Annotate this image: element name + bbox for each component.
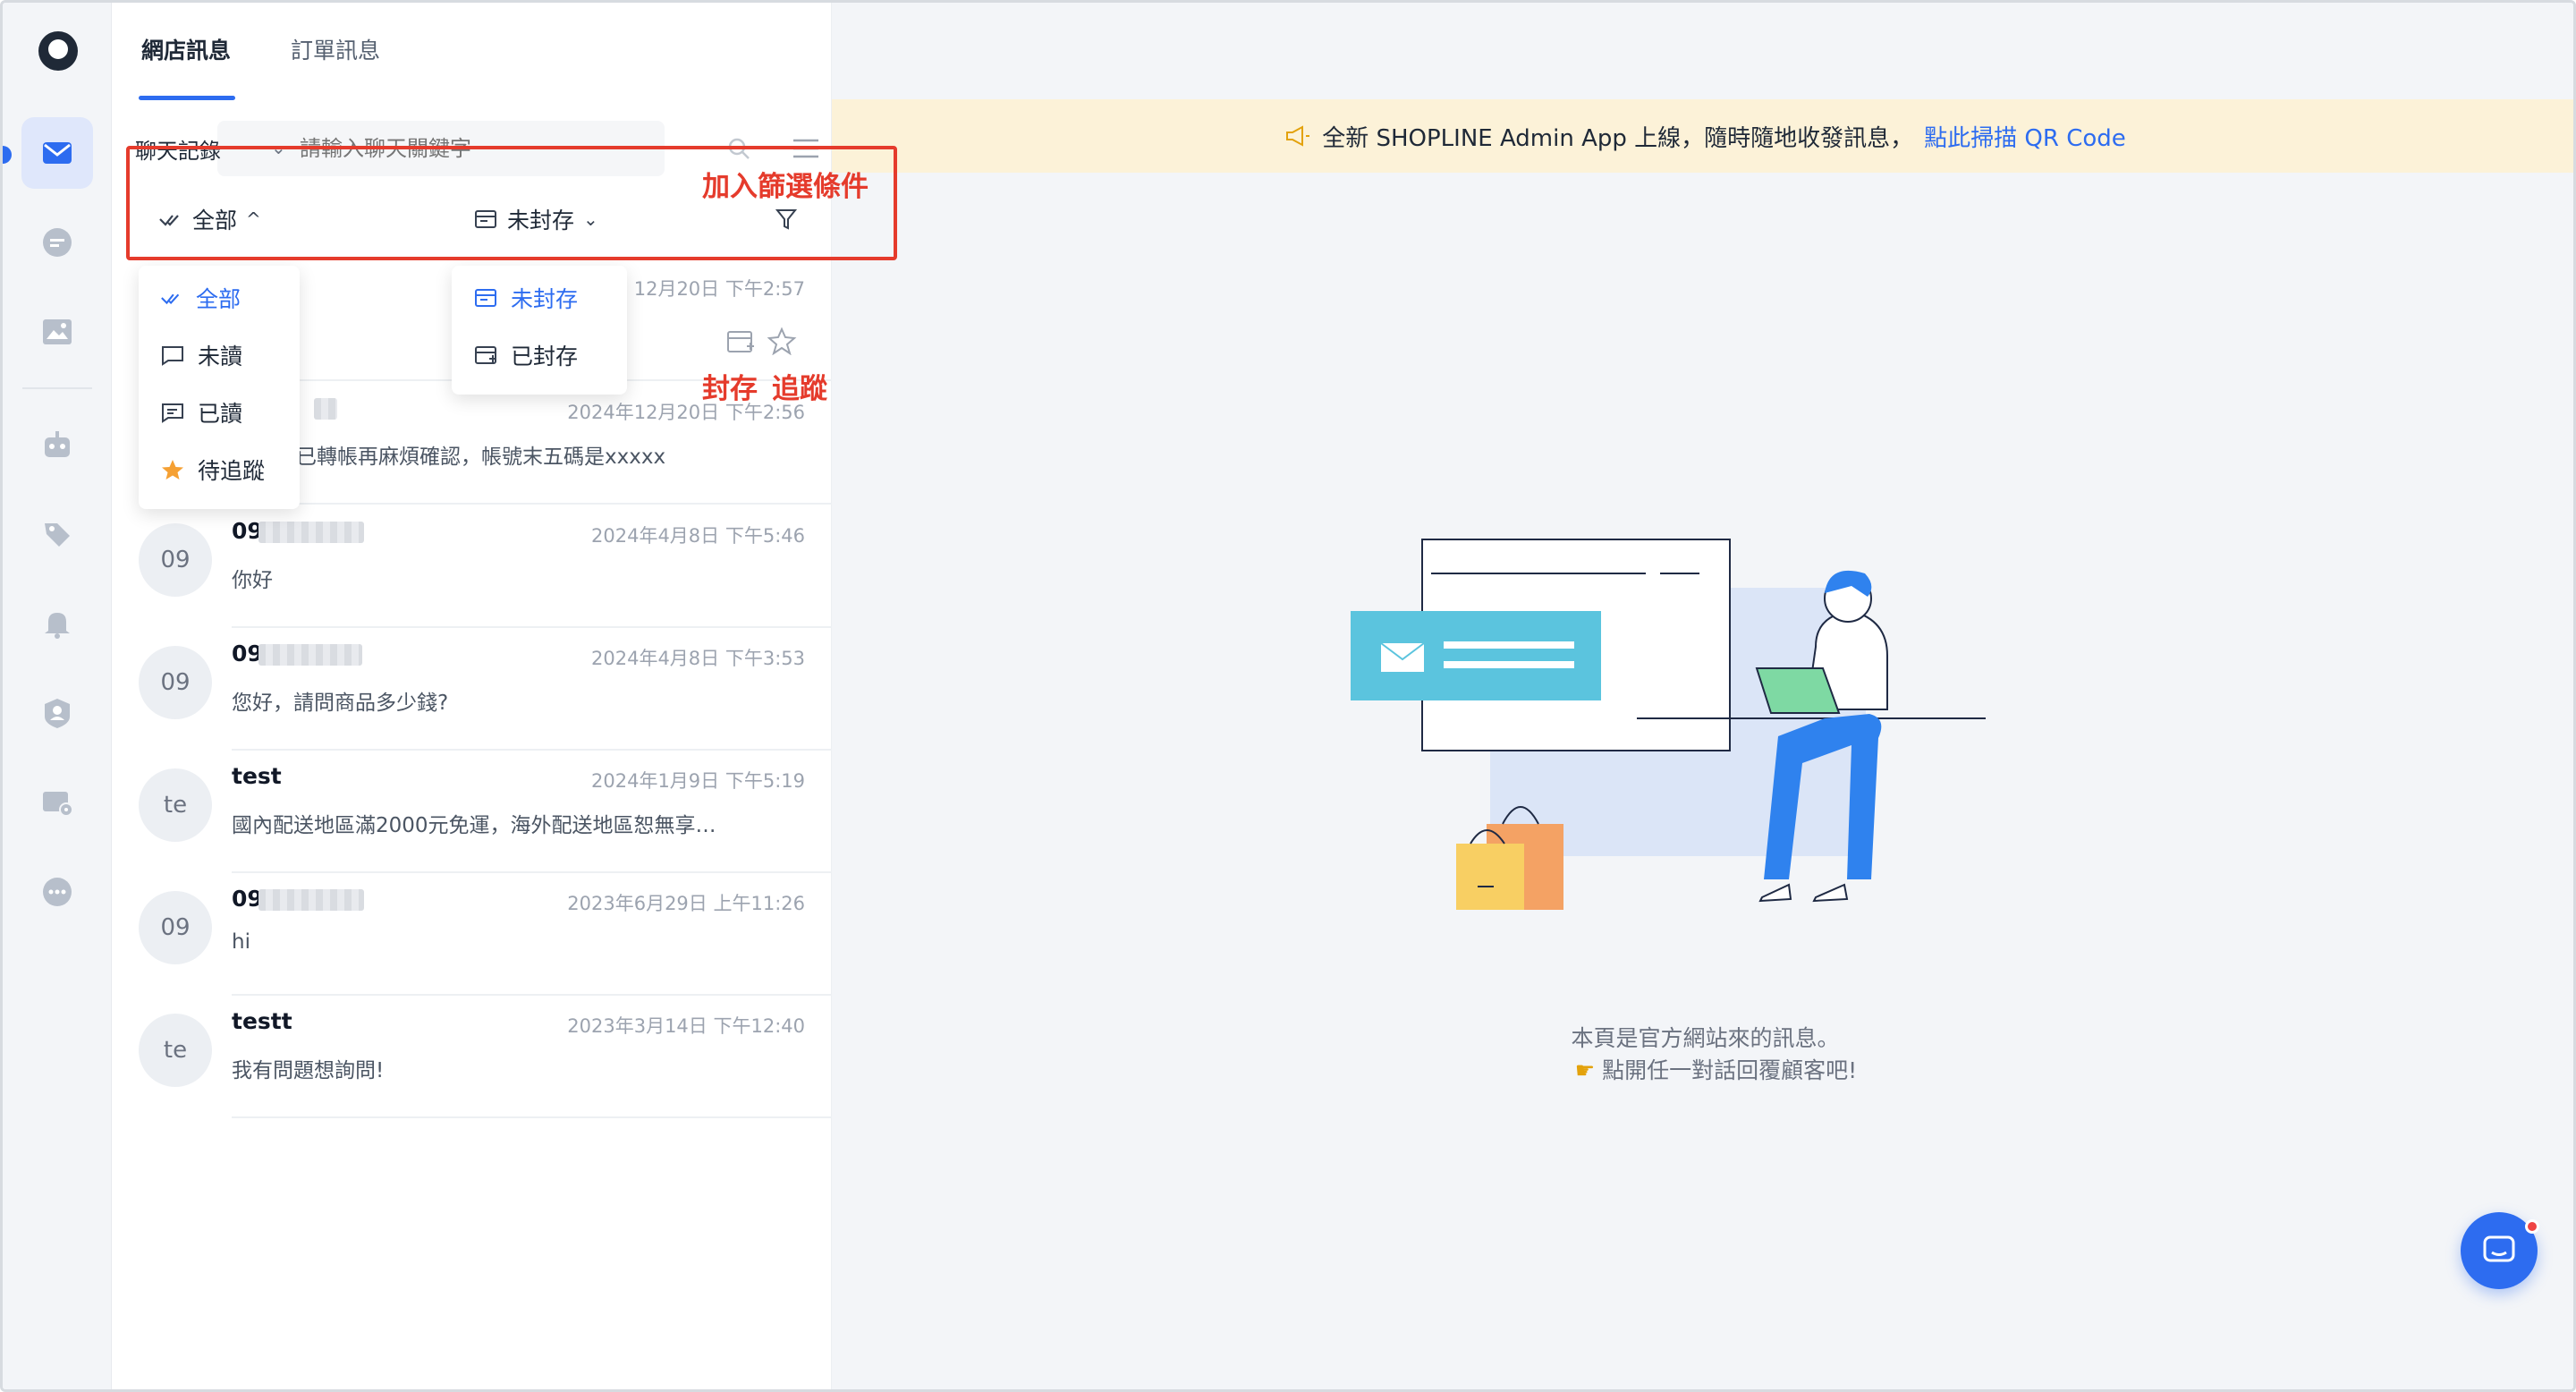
star-filled-icon <box>162 460 183 480</box>
nav-messages[interactable] <box>21 117 93 189</box>
notification-dot <box>2525 1219 2539 1234</box>
conversation-time: 2024年4月8日 下午5:46 <box>591 525 805 547</box>
tab-store-messages[interactable]: 網店訊息 <box>141 33 231 65</box>
archive-filter-dropdown: 未封存 已封存 <box>452 266 627 395</box>
avatar: te <box>139 768 212 842</box>
archive-option-archived[interactable]: 已封存 <box>452 327 627 384</box>
user-shield-icon <box>45 699 70 728</box>
banner-text: 全新 SHOPLINE Admin App 上線，隨時隨地收發訊息， <box>1322 124 1914 152</box>
redacted-name <box>258 522 364 543</box>
mail-icon <box>43 142 72 164</box>
conversation-message: 國內配送地區滿2000元免運，海外配送地區恕無享… <box>232 814 716 837</box>
row-divider <box>232 503 832 505</box>
rail-divider <box>22 387 92 389</box>
avatar: 09 <box>139 523 212 597</box>
annotation-archive-note: 封存 <box>702 373 758 405</box>
conversation-name: testt <box>232 1008 292 1034</box>
read-option-unread[interactable]: 未讀 <box>139 327 300 384</box>
star-outline-icon[interactable] <box>767 327 797 355</box>
chat-bubble-icon <box>43 228 72 257</box>
archive-option-unarchived[interactable]: 未封存 <box>452 269 627 327</box>
annotation-filter-note: 加入篩選條件 <box>702 171 869 203</box>
row-divider <box>232 1116 832 1118</box>
tag-icon <box>45 523 70 547</box>
empty-state-line1: 本頁是官方網站來的訊息。 <box>1571 1025 1840 1051</box>
avatar: te <box>139 1014 212 1087</box>
conversation-message: 已轉帳再麻煩確認，帳號末五碼是xxxxx <box>296 446 666 469</box>
nav-chat[interactable] <box>21 207 93 278</box>
nav-broadcast[interactable] <box>21 767 93 838</box>
conversation-message: 您好，請問商品多少錢? <box>232 692 449 715</box>
nav-media[interactable] <box>21 296 93 368</box>
conversation-time: 12月20日 下午2:57 <box>633 278 805 300</box>
read-filter-dropdown: 全部 未讀 已讀 待追蹤 <box>139 266 300 509</box>
pointing-hand-icon: ☛ <box>1574 1057 1603 1083</box>
conversation-row[interactable]: 09 09 2024年4月8日 下午3:53 您好，請問商品多少錢? <box>112 628 832 751</box>
bell-icon <box>45 613 70 639</box>
nav-more[interactable] <box>21 856 93 928</box>
avatar: 09 <box>139 891 212 964</box>
robot-icon <box>45 431 70 457</box>
archive-icon <box>475 289 496 307</box>
active-indicator <box>3 146 12 164</box>
empty-state-line2-text: 點開任一對話回覆顧客吧! <box>1602 1057 1858 1083</box>
conversation-row[interactable]: te testt 2023年3月14日 下午12:40 我有問題想詢問! <box>112 996 832 1118</box>
read-option-read[interactable]: 已讀 <box>139 384 300 441</box>
nav-customers[interactable] <box>21 677 93 749</box>
avatar: 09 <box>139 646 212 719</box>
double-check-icon <box>161 293 180 305</box>
more-icon <box>43 878 72 906</box>
option-label: 已封存 <box>511 344 579 369</box>
option-label: 全部 <box>196 286 242 312</box>
conversation-row[interactable]: 09 09 2023年6月29日 上午11:26 hi <box>112 873 832 996</box>
conversation-time: 2024年1月9日 下午5:19 <box>591 770 805 792</box>
tab-order-messages[interactable]: 訂單訊息 <box>291 33 380 65</box>
message-detail-panel: 全新 SHOPLINE Admin App 上線，隨時隨地收發訊息， 點此掃描 … <box>832 3 2573 1389</box>
conversation-time: 2023年6月29日 上午11:26 <box>567 893 805 914</box>
message-settings-icon <box>43 792 73 817</box>
nav-notifications[interactable] <box>21 588 93 659</box>
conversation-time: 2024年12月20日 下午2:56 <box>567 402 805 423</box>
redacted-name <box>258 644 362 666</box>
redacted-name <box>314 398 337 420</box>
conversation-time: 2024年4月8日 下午3:53 <box>591 648 805 669</box>
unread-chat-icon <box>162 346 183 366</box>
read-option-follow[interactable]: 待追蹤 <box>139 441 300 498</box>
nav-bot[interactable] <box>21 409 93 480</box>
image-icon <box>43 319 72 344</box>
chat-icon <box>2483 1235 2515 1262</box>
tab-underline <box>139 96 235 100</box>
app-window: 網店訊息 訂單訊息 聊天記錄 ⌄ 全部 ^ 未封存 ⌄ <box>0 0 2576 1392</box>
logo-icon[interactable] <box>38 31 78 71</box>
option-label: 未封存 <box>511 286 579 312</box>
empty-state-illustration <box>1351 539 1986 910</box>
conversation-message: 我有問題想詢問! <box>232 1059 385 1082</box>
conversation-time: 2023年3月14日 下午12:40 <box>567 1015 805 1037</box>
option-label: 待追蹤 <box>198 458 266 484</box>
conversation-name: test <box>232 763 282 789</box>
archived-icon <box>475 346 496 364</box>
nav-tags[interactable] <box>21 498 93 570</box>
annotation-follow-note: 追蹤 <box>772 373 827 405</box>
tab-bar: 網店訊息 訂單訊息 <box>112 3 832 100</box>
read-option-all[interactable]: 全部 <box>139 269 300 327</box>
icon-rail <box>3 3 112 1389</box>
qr-code-link[interactable]: 點此掃描 QR Code <box>1924 120 2126 153</box>
read-chat-icon <box>162 403 183 423</box>
conversation-message: hi <box>232 930 250 954</box>
conversation-message: 你好 <box>232 569 273 592</box>
conversation-row[interactable]: te test 2024年1月9日 下午5:19 國內配送地區滿2000元免運，… <box>112 751 832 873</box>
empty-state-line2: ☛ 點開任一對話回覆顧客吧! <box>832 1053 2573 1085</box>
archive-action-icon[interactable] <box>725 328 756 355</box>
conversation-row[interactable]: 09 09 2024年4月8日 下午5:46 你好 <box>112 505 832 628</box>
megaphone-icon <box>1286 125 1310 147</box>
option-label: 未讀 <box>198 344 243 369</box>
option-label: 已讀 <box>198 401 243 427</box>
announcement-banner: 全新 SHOPLINE Admin App 上線，隨時隨地收發訊息， 點此掃描 … <box>832 99 2573 173</box>
redacted-name <box>258 889 364 911</box>
